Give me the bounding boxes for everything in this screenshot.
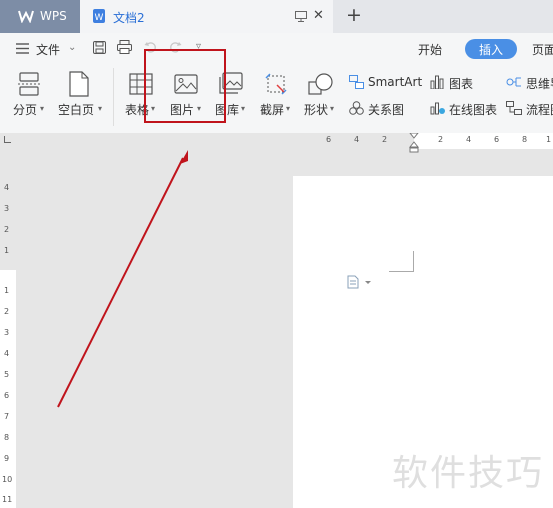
annotation-arrow [57, 150, 188, 408]
